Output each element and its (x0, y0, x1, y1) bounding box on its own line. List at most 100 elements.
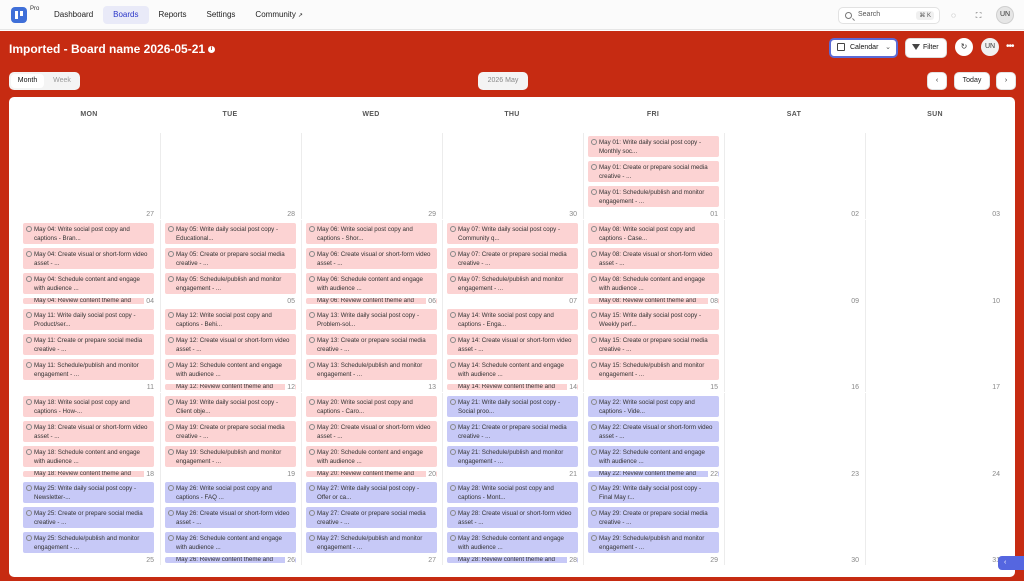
calendar-event[interactable]: May 25: Schedule/publish and monitor eng… (23, 532, 154, 553)
calendar-event[interactable]: May 28: Create visual or short-form vide… (447, 507, 578, 528)
day-cell[interactable]: May 05: Write daily social post copy - E… (160, 220, 300, 306)
nav-dashboard[interactable]: Dashboard (44, 6, 103, 24)
task-checkbox-icon[interactable] (450, 485, 456, 491)
calendar-event[interactable]: May 12: Review content theme and (165, 384, 296, 390)
task-checkbox-icon[interactable] (591, 535, 597, 541)
day-cell[interactable]: May 27: Write daily social post copy - O… (301, 479, 441, 565)
task-checkbox-icon[interactable] (26, 485, 32, 491)
calendar-event[interactable]: May 28: Review content theme and (447, 557, 578, 563)
calendar-event[interactable]: May 22: Schedule content and engage with… (588, 446, 719, 467)
calendar-event[interactable]: May 07: Schedule/publish and monitor eng… (447, 273, 578, 294)
calendar-event[interactable]: May 14: Create visual or short-form vide… (447, 334, 578, 355)
day-cell[interactable]: May 06: Write social post copy and capti… (301, 220, 441, 306)
day-cell[interactable]: May 13: Write daily social post copy - P… (301, 306, 441, 392)
month-toggle[interactable]: Month (11, 74, 44, 88)
task-checkbox-icon[interactable] (168, 449, 174, 455)
task-checkbox-icon[interactable] (26, 226, 32, 232)
board-user-avatar[interactable]: UN (981, 38, 999, 56)
prev-month-button[interactable]: ‹ (927, 72, 947, 90)
task-checkbox-icon[interactable] (26, 276, 32, 282)
task-checkbox-icon[interactable] (450, 399, 456, 405)
task-checkbox-icon[interactable] (450, 337, 456, 343)
day-cell[interactable]: 31 (865, 479, 1005, 565)
calendar-event[interactable]: May 04: Create visual or short-form vide… (23, 248, 154, 269)
calendar-event[interactable]: May 04: Review content theme and (23, 298, 154, 304)
day-cell[interactable]: May 21: Write daily social post copy - S… (442, 393, 582, 479)
search-box[interactable]: Search ⌘ K (838, 7, 940, 24)
task-checkbox-icon[interactable] (168, 251, 174, 257)
task-checkbox-icon[interactable] (450, 424, 456, 430)
calendar-event[interactable]: May 15: Create or prepare social media c… (588, 334, 719, 355)
week-toggle[interactable]: Week (46, 74, 78, 88)
task-checkbox-icon[interactable] (591, 226, 597, 232)
next-month-button[interactable]: › (996, 72, 1016, 90)
calendar-event[interactable]: May 29: Create or prepare social media c… (588, 507, 719, 528)
fullscreen-icon[interactable]: ⛶ (970, 7, 987, 24)
calendar-event[interactable]: May 08: Create visual or short-form vide… (588, 248, 719, 269)
nav-reports[interactable]: Reports (149, 6, 197, 24)
calendar-event[interactable]: May 01: Schedule/publish and monitor eng… (588, 186, 719, 207)
day-cell[interactable]: 17 (865, 306, 1005, 392)
task-checkbox-icon[interactable] (309, 312, 315, 318)
calendar-event[interactable]: May 06: Write social post copy and capti… (306, 223, 437, 244)
task-checkbox-icon[interactable] (309, 535, 315, 541)
calendar-event[interactable]: May 15: Schedule/publish and monitor eng… (588, 359, 719, 380)
task-checkbox-icon[interactable] (26, 399, 32, 405)
info-icon[interactable]: i (208, 46, 216, 54)
day-cell[interactable]: May 12: Write social post copy and capti… (160, 306, 300, 392)
calendar-event[interactable]: May 13: Schedule/publish and monitor eng… (306, 359, 437, 380)
calendar-event[interactable]: May 27: Write daily social post copy - O… (306, 482, 437, 503)
task-checkbox-icon[interactable] (450, 312, 456, 318)
calendar-event[interactable]: May 18: Schedule content and engage with… (23, 446, 154, 467)
calendar-event[interactable]: May 26: Review content theme and (165, 557, 296, 563)
calendar-event[interactable]: May 29: Schedule/publish and monitor eng… (588, 532, 719, 553)
calendar-event[interactable]: May 29: Write daily social post copy - F… (588, 482, 719, 503)
calendar-event[interactable]: May 08: Review content theme and (588, 298, 719, 304)
task-checkbox-icon[interactable] (450, 449, 456, 455)
nav-boards[interactable]: Boards (103, 6, 149, 24)
task-checkbox-icon[interactable] (309, 226, 315, 232)
task-checkbox-icon[interactable] (309, 337, 315, 343)
calendar-event[interactable]: May 05: Create or prepare social media c… (165, 248, 296, 269)
calendar-event[interactable]: May 28: Schedule content and engage with… (447, 532, 578, 553)
day-cell[interactable]: May 04: Write social post copy and capti… (19, 220, 159, 306)
task-checkbox-icon[interactable] (591, 424, 597, 430)
nav-community[interactable]: Community ↗ (245, 6, 312, 24)
calendar-event[interactable]: May 21: Write daily social post copy - S… (447, 396, 578, 417)
calendar-event[interactable]: May 25: Write daily social post copy - N… (23, 482, 154, 503)
task-checkbox-icon[interactable] (591, 449, 597, 455)
day-cell[interactable]: 24 (865, 393, 1005, 479)
task-checkbox-icon[interactable] (168, 337, 174, 343)
day-cell[interactable]: May 20: Write social post copy and capti… (301, 393, 441, 479)
task-checkbox-icon[interactable] (591, 164, 597, 170)
calendar-event[interactable]: May 14: Write social post copy and capti… (447, 309, 578, 330)
task-checkbox-icon[interactable] (26, 424, 32, 430)
nav-settings[interactable]: Settings (197, 6, 246, 24)
bell-icon[interactable]: ◌ (945, 7, 962, 24)
user-avatar[interactable]: UN (996, 6, 1014, 24)
day-cell[interactable]: 09 (724, 220, 864, 306)
task-checkbox-icon[interactable] (26, 510, 32, 516)
today-button[interactable]: Today (954, 72, 990, 90)
task-checkbox-icon[interactable] (168, 362, 174, 368)
day-cell[interactable]: 30 (724, 479, 864, 565)
day-cell[interactable]: 23 (724, 393, 864, 479)
day-cell[interactable]: 29 (301, 133, 441, 219)
task-checkbox-icon[interactable] (591, 276, 597, 282)
calendar-event[interactable]: May 13: Write daily social post copy - P… (306, 309, 437, 330)
task-checkbox-icon[interactable] (168, 276, 174, 282)
calendar-event[interactable]: May 12: Create visual or short-form vide… (165, 334, 296, 355)
refresh-icon[interactable]: ↻ (955, 38, 973, 56)
day-cell[interactable]: May 25: Write daily social post copy - N… (19, 479, 159, 565)
day-cell[interactable]: May 19: Write daily social post copy - C… (160, 393, 300, 479)
calendar-event[interactable]: May 07: Create or prepare social media c… (447, 248, 578, 269)
calendar-event[interactable]: May 26: Schedule content and engage with… (165, 532, 296, 553)
task-checkbox-icon[interactable] (168, 510, 174, 516)
task-checkbox-icon[interactable] (309, 276, 315, 282)
day-cell[interactable]: May 01: Write daily social post copy - M… (583, 133, 723, 219)
day-cell[interactable]: 16 (724, 306, 864, 392)
task-checkbox-icon[interactable] (591, 139, 597, 145)
calendar-event[interactable]: May 05: Schedule/publish and monitor eng… (165, 273, 296, 294)
calendar-event[interactable]: May 18: Create visual or short-form vide… (23, 421, 154, 442)
task-checkbox-icon[interactable] (309, 399, 315, 405)
